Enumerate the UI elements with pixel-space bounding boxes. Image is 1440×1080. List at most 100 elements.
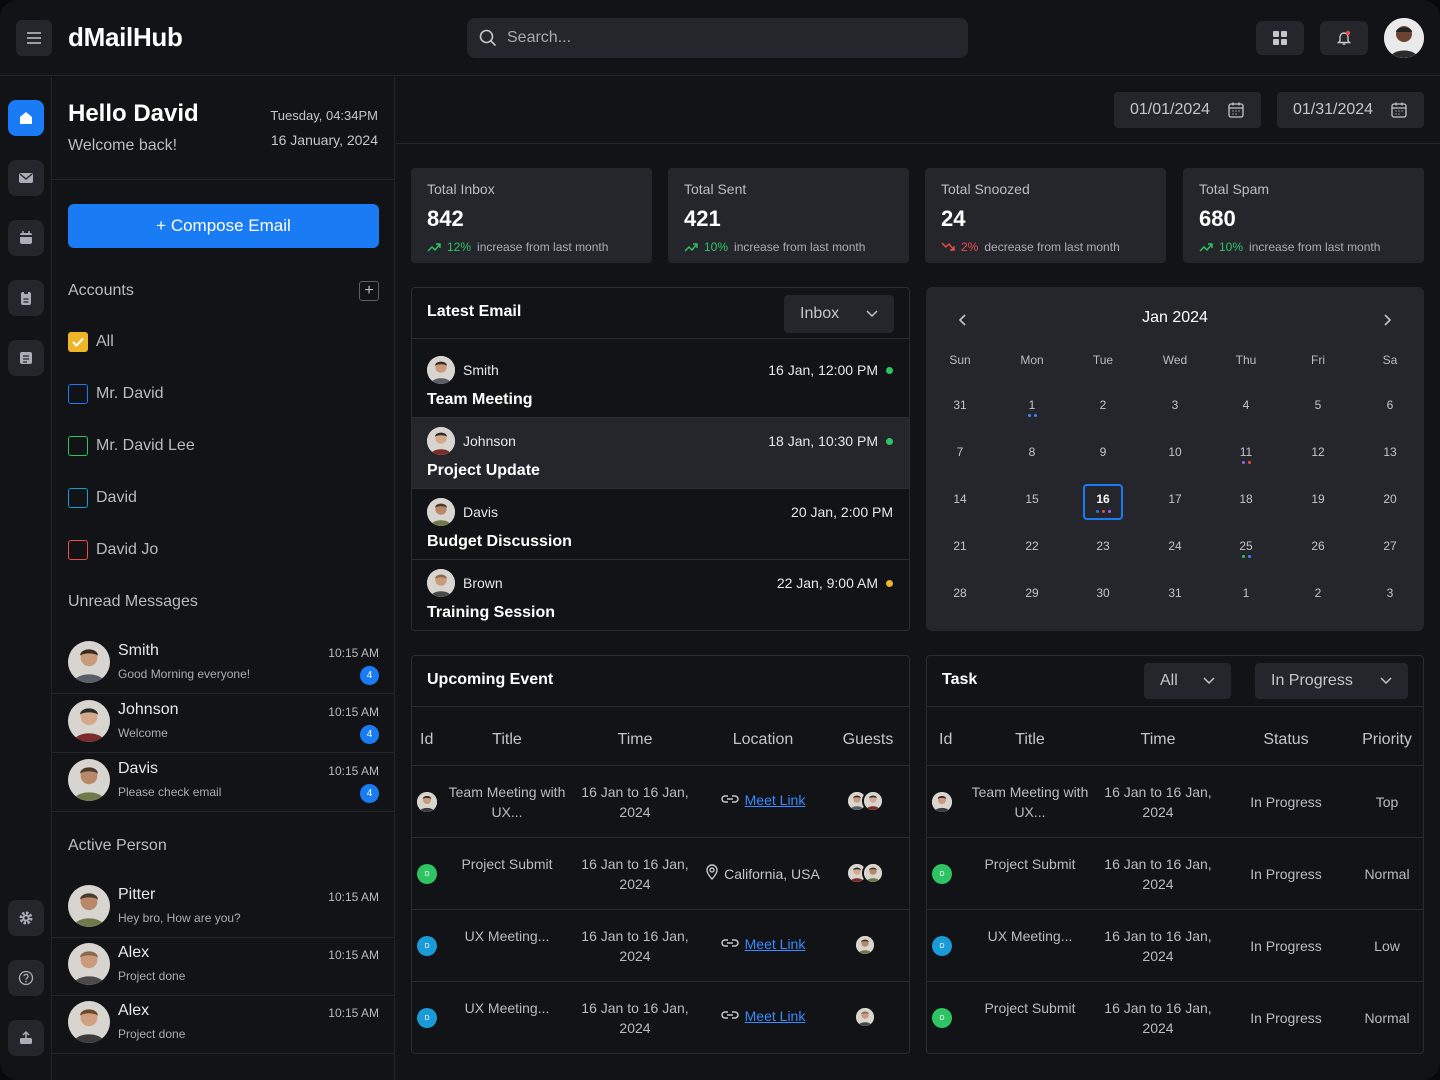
email-item[interactable]: Davis Budget Discussion 20 Jan, 2:00 PM: [412, 488, 909, 559]
date-to-picker[interactable]: 01/31/2024: [1277, 92, 1424, 128]
active-person-item[interactable]: Alex Project done 10:15 AM: [52, 996, 395, 1054]
nav-mail[interactable]: [8, 160, 44, 196]
calendar-day[interactable]: 20: [1370, 484, 1410, 520]
account-item[interactable]: Mr. David Lee: [68, 435, 195, 457]
calendar-day[interactable]: 3: [1370, 578, 1410, 614]
active-person-item[interactable]: Alex Project done 10:15 AM: [52, 938, 395, 996]
calendar-next-button[interactable]: [1378, 310, 1398, 330]
nav-home[interactable]: [8, 100, 44, 136]
unread-message-item[interactable]: Smith Good Morning everyone! 10:15 AM 4: [52, 636, 395, 694]
current-date: 16 January, 2024: [270, 132, 378, 148]
nav-calendar[interactable]: [8, 220, 44, 256]
calendar-day[interactable]: 28: [940, 578, 980, 614]
row-id-letter: D: [939, 942, 945, 950]
account-item[interactable]: David Jo: [68, 539, 158, 561]
calendar-day[interactable]: 30: [1083, 578, 1123, 614]
sender-name: Smith: [463, 362, 499, 378]
calendar-day[interactable]: 9: [1083, 437, 1123, 473]
nav-notes[interactable]: [8, 340, 44, 376]
row-location[interactable]: Meet Link: [693, 1008, 833, 1024]
calendar-day[interactable]: 29: [1012, 578, 1052, 614]
notifications-button[interactable]: [1320, 21, 1368, 55]
email-item[interactable]: Johnson Project Update 18 Jan, 10:30 PM: [412, 417, 909, 488]
row-location[interactable]: Meet Link: [693, 792, 833, 808]
account-item[interactable]: All: [68, 331, 114, 353]
calendar-day[interactable]: 3: [1155, 390, 1195, 426]
nav-tasks[interactable]: [8, 280, 44, 316]
compose-email-button[interactable]: + Compose Email: [68, 204, 379, 248]
table-row[interactable]: D Project Submit 16 Jan to 16 Jan, 2024 Cal…: [412, 838, 909, 910]
account-checkbox[interactable]: [68, 384, 88, 404]
search-bar[interactable]: [467, 18, 968, 58]
row-title: UX Meeting...: [987, 928, 1073, 944]
inbox-filter-select[interactable]: Inbox: [784, 295, 894, 333]
calendar-day[interactable]: 2: [1298, 578, 1338, 614]
table-row[interactable]: D Project Submit 16 Jan to 16 Jan, 2024 In …: [927, 982, 1423, 1054]
search-input[interactable]: [507, 29, 927, 47]
nav-settings[interactable]: [8, 900, 44, 936]
row-title: Team Meeting with UX...: [448, 784, 566, 820]
table-row[interactable]: Team Meeting with UX... 16 Jan to 16 Jan,…: [412, 766, 909, 838]
calendar-day[interactable]: 23: [1083, 531, 1123, 567]
table-row[interactable]: D UX Meeting... 16 Jan to 16 Jan, 2024 Meet…: [412, 982, 909, 1054]
menu-button[interactable]: [16, 20, 52, 56]
table-row[interactable]: D UX Meeting... 16 Jan to 16 Jan, 2024 In P…: [927, 910, 1423, 982]
calendar-day[interactable]: 8: [1012, 437, 1052, 473]
event-dot: [1101, 510, 1105, 513]
table-row[interactable]: Team Meeting with UX... 16 Jan to 16 Jan,…: [927, 766, 1423, 838]
calendar-day[interactable]: 18: [1226, 484, 1266, 520]
calendar-day[interactable]: 11: [1226, 437, 1266, 473]
calendar-day[interactable]: 15: [1012, 484, 1052, 520]
date-from-picker[interactable]: 01/01/2024: [1114, 92, 1261, 128]
calendar-day[interactable]: 31: [1155, 578, 1195, 614]
calendar-day[interactable]: 4: [1226, 390, 1266, 426]
add-account-button[interactable]: +: [359, 281, 379, 301]
calendar-day[interactable]: 1: [1226, 578, 1266, 614]
account-checkbox[interactable]: [68, 436, 88, 456]
message-time: 10:15 AM: [328, 890, 379, 904]
calendar-day[interactable]: 6: [1370, 390, 1410, 426]
calendar-day[interactable]: 27: [1370, 531, 1410, 567]
calendar-day[interactable]: 12: [1298, 437, 1338, 473]
table-row[interactable]: D Project Submit 16 Jan to 16 Jan, 2024 In …: [927, 838, 1423, 910]
meet-link[interactable]: Meet Link: [745, 936, 806, 952]
calendar-day[interactable]: 24: [1155, 531, 1195, 567]
task-filter-status[interactable]: In Progress: [1255, 663, 1408, 699]
profile-avatar[interactable]: [1384, 18, 1424, 58]
task-filter-all[interactable]: All: [1144, 663, 1231, 699]
calendar-day[interactable]: 5: [1298, 390, 1338, 426]
calendar-day[interactable]: 10: [1155, 437, 1195, 473]
nav-share[interactable]: [8, 1020, 44, 1056]
calendar-day[interactable]: 7: [940, 437, 980, 473]
calendar-day[interactable]: 1: [1012, 390, 1052, 426]
meet-link[interactable]: Meet Link: [745, 1008, 806, 1024]
calendar-day[interactable]: 22: [1012, 531, 1052, 567]
account-checkbox[interactable]: [68, 488, 88, 508]
unread-message-item[interactable]: Johnson Welcome 10:15 AM 4: [52, 695, 395, 753]
calendar-day[interactable]: 31: [940, 390, 980, 426]
calendar-day[interactable]: 16: [1083, 484, 1123, 520]
account-item[interactable]: Mr. David: [68, 383, 164, 405]
apps-button[interactable]: [1256, 21, 1304, 55]
calendar-day[interactable]: 19: [1298, 484, 1338, 520]
meet-link[interactable]: Meet Link: [745, 792, 806, 808]
calendar-day[interactable]: 17: [1155, 484, 1195, 520]
calendar-day[interactable]: 13: [1370, 437, 1410, 473]
active-person-item[interactable]: Pitter Hey bro, How are you? 10:15 AM: [52, 880, 395, 938]
nav-help[interactable]: [8, 960, 44, 996]
unread-message-item[interactable]: Davis Please check email 10:15 AM 4: [52, 754, 395, 812]
account-checkbox[interactable]: [68, 332, 88, 352]
calendar-day[interactable]: 2: [1083, 390, 1123, 426]
table-row[interactable]: D UX Meeting... 16 Jan to 16 Jan, 2024 Meet…: [412, 910, 909, 982]
email-item[interactable]: Smith Team Meeting 16 Jan, 12:00 PM: [412, 338, 909, 417]
calendar-day[interactable]: 25: [1226, 531, 1266, 567]
day-number: 12: [1311, 445, 1325, 459]
account-checkbox[interactable]: [68, 540, 88, 560]
calendar-day[interactable]: 21: [940, 531, 980, 567]
row-location[interactable]: Meet Link: [693, 936, 833, 952]
bell-icon: [1336, 30, 1352, 45]
account-item[interactable]: David: [68, 487, 137, 509]
email-item[interactable]: Brown Training Session 22 Jan, 9:00 AM: [412, 559, 909, 630]
calendar-day[interactable]: 26: [1298, 531, 1338, 567]
calendar-day[interactable]: 14: [940, 484, 980, 520]
